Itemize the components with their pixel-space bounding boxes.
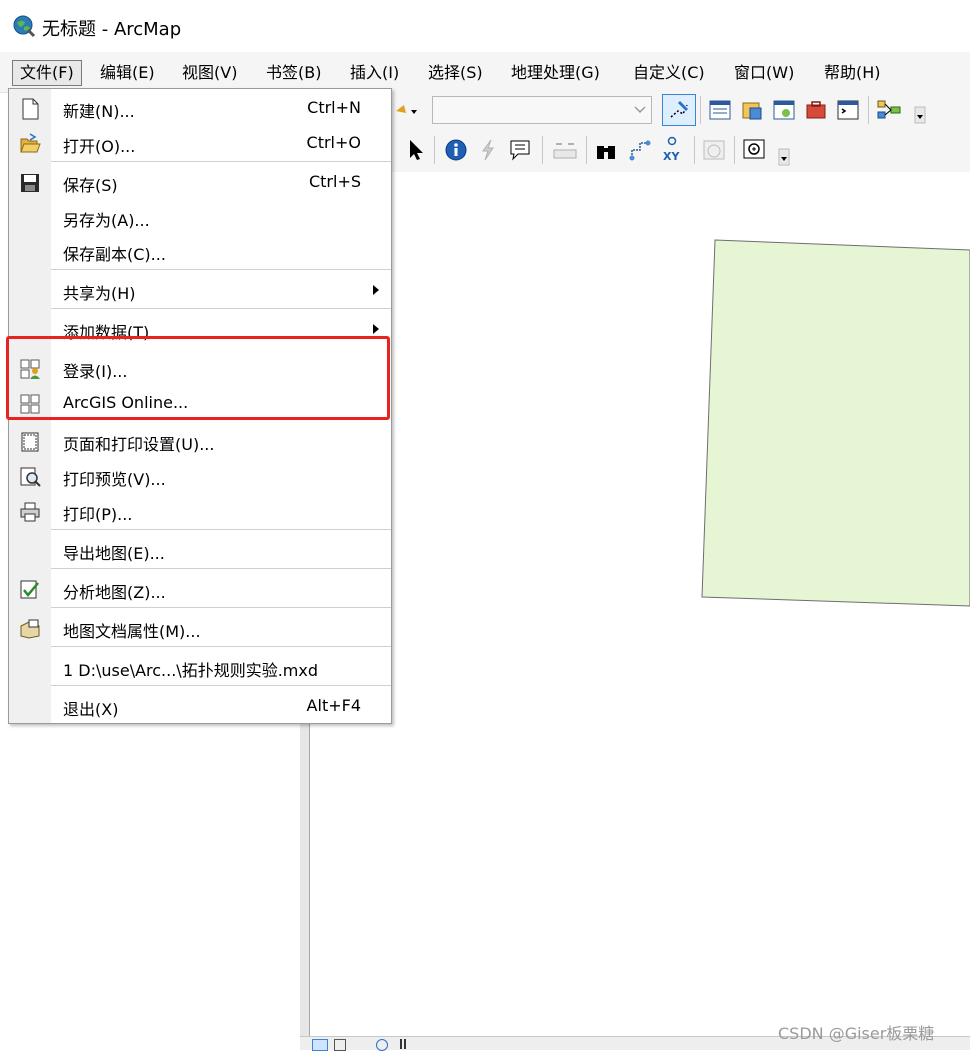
map-view[interactable]	[310, 172, 970, 1036]
menu-item-shortcut: Ctrl+N	[307, 98, 361, 117]
find-binoculars-icon[interactable]	[594, 138, 618, 162]
layout-view-button[interactable]	[334, 1039, 346, 1051]
menu-item-label: 打开(O)...	[63, 137, 136, 156]
menu-item-label: 共享为(H)	[63, 284, 136, 303]
menu-help[interactable]: 帮助(H)	[817, 60, 888, 86]
menu-separator	[51, 529, 391, 530]
create-viewer-window-icon[interactable]	[742, 138, 768, 162]
menu-item-label: 退出(X)	[63, 700, 119, 719]
select-elements-icon[interactable]	[406, 138, 428, 162]
editor-toolbar-button[interactable]	[662, 94, 696, 126]
search-window-icon[interactable]	[772, 98, 796, 122]
menu-item-label: 新建(N)...	[63, 102, 135, 121]
menu-customize[interactable]: 自定义(C)	[626, 60, 712, 86]
menu-windows[interactable]: 窗口(W)	[727, 60, 801, 86]
printer-icon	[20, 502, 40, 522]
chevron-down-icon	[634, 106, 646, 114]
toolbar-overflow-icon[interactable]	[778, 148, 790, 166]
map-properties-icon	[20, 619, 40, 639]
menu-separator	[51, 646, 391, 647]
edit-sketch-icon	[670, 101, 688, 118]
svg-text:XY: XY	[663, 150, 680, 163]
pause-drawing-button[interactable]	[400, 1039, 406, 1049]
menu-separator	[51, 161, 391, 162]
title-bar: 无标题 - ArcMap	[0, 0, 970, 52]
menu-geoprocessing[interactable]: 地理处理(G)	[504, 60, 607, 86]
menu-item-label: 打印预览(V)...	[63, 470, 166, 489]
menu-view[interactable]: 视图(V)	[175, 60, 244, 86]
menu-item-new[interactable]: 新建(N)... Ctrl+N	[9, 91, 391, 125]
tools-toolbar: XY	[392, 128, 970, 173]
model-builder-icon[interactable]	[876, 98, 902, 122]
add-data-dropdown-icon[interactable]	[394, 102, 420, 120]
menu-item-label: 分析地图(Z)...	[63, 583, 166, 602]
menu-item-open[interactable]: 打开(O)... Ctrl+O	[9, 126, 391, 160]
submenu-arrow-icon	[373, 285, 379, 295]
menu-item-analyze-map[interactable]: 分析地图(Z)...	[9, 572, 391, 606]
menu-separator	[51, 269, 391, 270]
window-title: 无标题 - ArcMap	[42, 19, 182, 40]
refresh-button[interactable]	[376, 1039, 388, 1051]
submenu-arrow-icon	[373, 324, 379, 334]
time-slider-icon[interactable]	[702, 138, 726, 162]
arctoolbox-icon[interactable]	[804, 98, 828, 122]
go-to-xy-icon[interactable]: XY	[660, 136, 684, 164]
menu-item-label: 打印(P)...	[63, 505, 133, 524]
highlight-annotation-box	[6, 336, 390, 420]
menu-item-export-map[interactable]: 导出地图(E)...	[9, 533, 391, 567]
menu-insert[interactable]: 插入(I)	[343, 60, 406, 86]
python-window-icon[interactable]	[836, 98, 860, 122]
hyperlink-icon[interactable]	[478, 138, 498, 162]
menu-edit[interactable]: 编辑(E)	[93, 60, 162, 86]
menu-item-label: 导出地图(E)...	[63, 544, 165, 563]
menu-item-share-as[interactable]: 共享为(H)	[9, 273, 391, 307]
new-document-icon	[22, 98, 39, 120]
menu-item-exit[interactable]: 退出(X) Alt+F4	[9, 689, 391, 723]
catalog-icon[interactable]	[740, 98, 764, 122]
analyze-map-icon	[20, 580, 39, 599]
print-preview-icon	[20, 467, 41, 487]
menu-item-label: 地图文档属性(M)...	[63, 622, 201, 641]
menu-bar: 文件(F) 编辑(E) 视图(V) 书签(B) 插入(I) 选择(S) 地理处理…	[0, 52, 970, 93]
watermark-text: CSDN @Giser板栗糖	[778, 1024, 935, 1043]
arcmap-globe-icon	[13, 15, 36, 38]
html-popup-icon[interactable]	[508, 138, 532, 162]
menu-selection[interactable]: 选择(S)	[421, 60, 490, 86]
menu-item-map-document-properties[interactable]: 地图文档属性(M)...	[9, 611, 391, 645]
menu-item-shortcut: Alt+F4	[306, 696, 361, 715]
menu-bookmarks[interactable]: 书签(B)	[259, 60, 328, 86]
menu-item-save-as[interactable]: 另存为(A)...	[9, 200, 391, 234]
toolbar-overflow-icon[interactable]	[914, 106, 926, 124]
menu-item-page-setup[interactable]: 页面和打印设置(U)...	[9, 424, 391, 458]
menu-item-recent-file[interactable]: 1 D:\use\Arc...\拓扑规则实验.mxd	[9, 650, 391, 684]
menu-item-print[interactable]: 打印(P)...	[9, 494, 391, 528]
menu-separator	[51, 308, 391, 309]
menu-item-label: 保存副本(C)...	[63, 245, 166, 264]
map-canvas[interactable]	[310, 172, 970, 1036]
table-of-contents-icon[interactable]	[708, 98, 732, 122]
menu-item-label: 1 D:\use\Arc...\拓扑规则实验.mxd	[63, 661, 318, 680]
polygon-feature	[701, 239, 970, 607]
data-view-button[interactable]	[312, 1039, 328, 1051]
menu-separator	[51, 685, 391, 686]
menu-item-label: 页面和打印设置(U)...	[63, 435, 215, 454]
map-scale-combobox[interactable]	[432, 96, 652, 124]
open-folder-icon	[20, 133, 41, 153]
find-route-icon[interactable]	[628, 138, 652, 162]
page-setup-icon	[21, 432, 39, 452]
menu-item-label: 保存(S)	[63, 176, 118, 195]
identify-icon[interactable]	[444, 138, 468, 162]
menu-item-label: 另存为(A)...	[63, 211, 150, 230]
menu-item-save-copy[interactable]: 保存副本(C)...	[9, 234, 391, 268]
menu-separator	[51, 568, 391, 569]
menu-item-shortcut: Ctrl+O	[306, 133, 361, 152]
save-disk-icon	[21, 174, 39, 192]
measure-icon[interactable]	[552, 138, 578, 162]
menu-file[interactable]: 文件(F)	[12, 60, 82, 86]
menu-separator	[51, 607, 391, 608]
standard-toolbar	[392, 92, 970, 128]
menu-item-print-preview[interactable]: 打印预览(V)...	[9, 459, 391, 493]
menu-item-save[interactable]: 保存(S) Ctrl+S	[9, 165, 391, 199]
menu-item-shortcut: Ctrl+S	[308, 172, 361, 191]
